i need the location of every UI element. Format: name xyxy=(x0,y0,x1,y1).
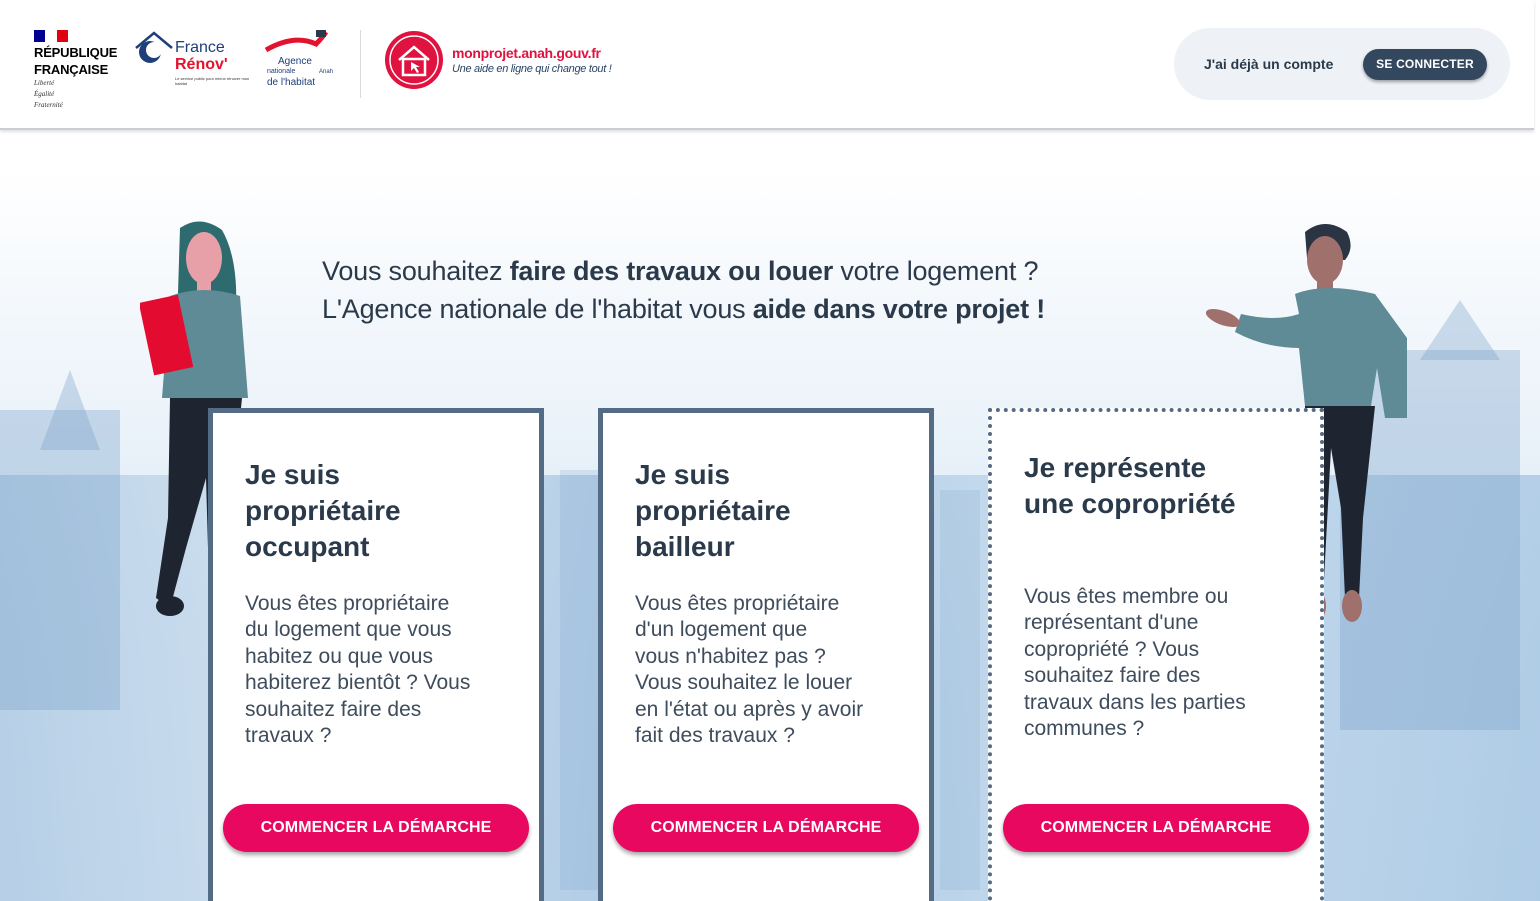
card-title: Je suis propriétaire occupant xyxy=(245,459,401,562)
hero-headline: Vous souhaitez faire des travaux ou loue… xyxy=(322,252,1045,328)
anah-line1: Agence xyxy=(278,56,312,67)
site-header: RÉPUBLIQUE FRANÇAISE Liberté Égalité Fra… xyxy=(0,0,1534,130)
house-roof-icon xyxy=(135,31,173,63)
anah-line2: nationale xyxy=(267,68,296,75)
hero-line2: L'Agence nationale de l'habitat vous aid… xyxy=(322,294,1046,324)
france-renov-logo[interactable]: France Rénov' Le service public pour mie… xyxy=(134,30,249,90)
commencer-demarche-button-bailleur[interactable]: COMMENCER LA DÉMARCHE xyxy=(613,804,919,852)
anah-line3: de l'habitat xyxy=(267,77,316,88)
motto-egalite: Égalité xyxy=(34,90,55,98)
card-title: Je représente une copropriété xyxy=(1024,452,1236,519)
site-url[interactable]: monprojet.anah.gouv.fr xyxy=(452,45,601,61)
commencer-demarche-button-occupant[interactable]: COMMENCER LA DÉMARCHE xyxy=(223,804,529,852)
header-divider xyxy=(360,30,361,98)
france-renov-word2: Rénov' xyxy=(175,56,228,73)
france-renov-tagline: Le service public pour mieux rénover mon… xyxy=(175,76,250,86)
logo-text-line2: FRANÇAISE xyxy=(34,62,109,77)
french-flag-icon xyxy=(34,30,68,42)
logo-text-line1: RÉPUBLIQUE xyxy=(34,45,118,60)
card-title: Je suis propriétaire bailleur xyxy=(635,459,791,562)
motto-fraternite: Fraternité xyxy=(34,101,63,109)
anah-swoosh-icon xyxy=(264,30,329,53)
card-description: Vous êtes propriétaire d'un logement que… xyxy=(635,592,864,748)
card-proprietaire-bailleur: Je suis propriétaire bailleur Vous êtes … xyxy=(598,408,934,901)
republique-francaise-logo[interactable]: RÉPUBLIQUE FRANÇAISE Liberté Égalité Fra… xyxy=(34,30,117,109)
account-label: J'ai déjà un compte xyxy=(1204,56,1334,72)
account-box: J'ai déjà un compte SE CONNECTER xyxy=(1174,28,1510,100)
anah-acronym: Anah xyxy=(319,69,334,75)
site-tagline: Une aide en ligne qui change tout ! xyxy=(452,63,612,75)
card-description: Vous êtes membre ou représentant d'une c… xyxy=(1024,585,1246,741)
card-copropriete: Je représente une copropriété Vous êtes … xyxy=(988,408,1324,901)
france-renov-word1: France xyxy=(175,39,225,56)
card-description: Vous êtes propriétaire du logement que v… xyxy=(245,592,471,748)
card-proprietaire-occupant: Je suis propriétaire occupant Vous êtes … xyxy=(208,408,544,901)
anah-logo[interactable]: Agence nationale de l'habitat Anah xyxy=(264,28,336,90)
commencer-demarche-button-copropriete[interactable]: COMMENCER LA DÉMARCHE xyxy=(1003,804,1309,852)
monprojet-house-icon[interactable] xyxy=(384,30,444,90)
hero-line1: Vous souhaitez faire des travaux ou loue… xyxy=(322,256,1039,286)
motto-liberte: Liberté xyxy=(34,79,55,87)
login-button[interactable]: SE CONNECTER xyxy=(1363,49,1487,80)
